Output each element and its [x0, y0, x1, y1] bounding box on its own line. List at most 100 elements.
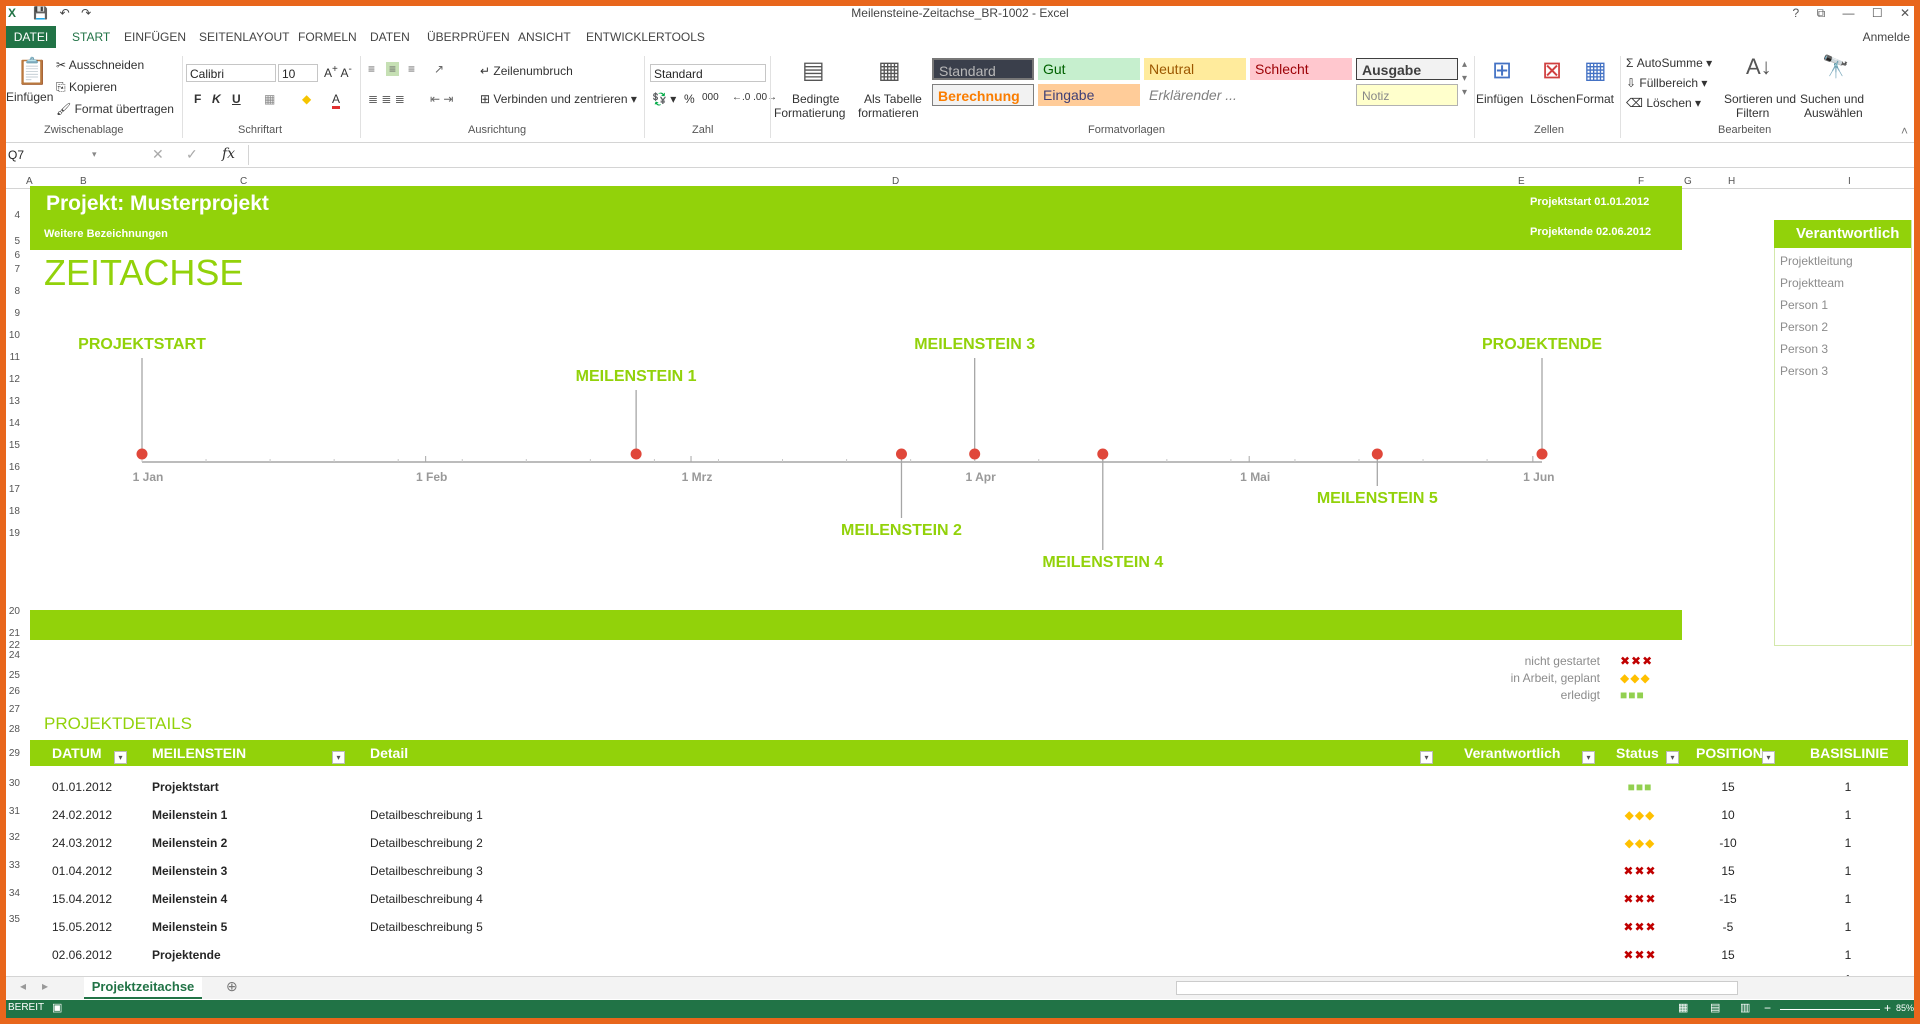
responsible-item[interactable]: Person 1 [1780, 298, 1828, 312]
cell-position[interactable]: 10 [1721, 808, 1734, 822]
cell-date[interactable]: 15.04.2012 [52, 892, 112, 906]
row-header[interactable]: 21 [6, 628, 20, 639]
cell-status[interactable]: ✖✖✖ [1623, 892, 1656, 906]
responsible-item[interactable]: Projektteam [1780, 276, 1844, 290]
row-header[interactable]: 33 [6, 860, 20, 871]
cell-detail[interactable]: Detailbeschreibung 5 [370, 920, 483, 934]
cell-position[interactable]: -10 [1719, 836, 1736, 850]
cell-detail[interactable]: Detailbeschreibung 2 [370, 836, 483, 850]
milestone-marker[interactable] [1536, 448, 1548, 460]
row-header[interactable]: 26 [6, 686, 20, 697]
cell-date[interactable]: 24.03.2012 [52, 836, 112, 850]
milestone-marker[interactable] [630, 448, 642, 460]
cell-date[interactable]: 02.06.2012 [52, 948, 112, 962]
cell-status[interactable]: ◆◆◆ [1625, 808, 1656, 822]
th-position[interactable]: POSITION [1696, 745, 1763, 761]
cell-milestone[interactable]: Meilenstein 2 [152, 836, 227, 850]
sheet-tab-projektzeitachse[interactable]: Projektzeitachse [84, 977, 202, 999]
th-datum[interactable]: DATUM [52, 745, 102, 761]
cell-status[interactable]: ✖✖✖ [1623, 864, 1656, 878]
zoom-in-icon[interactable]: + [1884, 1001, 1891, 1015]
row-header[interactable]: 25 [6, 670, 20, 681]
zoom-slider[interactable] [1780, 1009, 1880, 1010]
row-header[interactable]: 34 [6, 888, 20, 899]
filter-dropdown-icon[interactable]: ▾ [1420, 751, 1433, 764]
row-header[interactable]: 32 [6, 832, 20, 843]
cell-baseline[interactable]: 1 [1845, 808, 1852, 822]
row-header[interactable]: 30 [6, 778, 20, 789]
cell-detail[interactable]: Detailbeschreibung 4 [370, 892, 483, 906]
cell-milestone[interactable]: Projektstart [152, 780, 219, 794]
page-layout-view-icon[interactable]: ▤ [1710, 1001, 1720, 1014]
cell-milestone[interactable]: Meilenstein 5 [152, 920, 227, 934]
row-header[interactable]: 27 [6, 704, 20, 715]
sheet-prev-icon[interactable]: ◂ [20, 979, 26, 993]
cell-milestone[interactable]: Meilenstein 1 [152, 808, 227, 822]
zoom-level[interactable]: 85% [1896, 1003, 1914, 1013]
cell-baseline[interactable]: 1 [1845, 864, 1852, 878]
cell-position[interactable]: 15 [1721, 948, 1734, 962]
cell-milestone[interactable]: Projektende [152, 948, 221, 962]
th-basislinie[interactable]: BASISLINIE [1810, 745, 1889, 761]
cell-baseline[interactable]: 1 [1845, 892, 1852, 906]
filter-dropdown-icon[interactable]: ▾ [1582, 751, 1595, 764]
milestone-marker[interactable] [895, 448, 907, 460]
filter-dropdown-icon[interactable]: ▾ [1762, 751, 1775, 764]
responsible-item[interactable]: Person 2 [1780, 320, 1828, 334]
cell-position[interactable]: 15 [1721, 864, 1734, 878]
th-detail[interactable]: Detail [370, 745, 408, 761]
filter-dropdown-icon[interactable]: ▾ [332, 751, 345, 764]
normal-view-icon[interactable]: ▦ [1678, 1001, 1688, 1014]
row-header[interactable]: 29 [6, 748, 20, 759]
milestone-marker[interactable] [969, 448, 981, 460]
cell-position[interactable]: -15 [1719, 892, 1736, 906]
axis-tick-label: 1 Jan [132, 470, 164, 484]
th-verantwortlich[interactable]: Verantwortlich [1464, 745, 1560, 761]
responsible-item[interactable]: Person 3 [1780, 364, 1828, 378]
cell-status[interactable]: ✖✖✖ [1623, 948, 1656, 962]
cell-baseline[interactable]: 1 [1845, 948, 1852, 962]
cell-detail[interactable]: Detailbeschreibung 3 [370, 864, 483, 878]
row-header[interactable]: 24 [6, 650, 20, 661]
sheet-next-icon[interactable]: ▸ [42, 979, 48, 993]
filter-dropdown-icon[interactable]: ▾ [114, 751, 127, 764]
th-status[interactable]: Status [1616, 745, 1659, 761]
timeline-footer-band [30, 610, 1682, 640]
cell-date[interactable]: 01.01.2012 [52, 780, 112, 794]
cell-position[interactable]: 15 [1721, 780, 1734, 794]
milestone-marker[interactable] [1371, 448, 1383, 460]
cell-milestone[interactable]: Meilenstein 4 [152, 892, 227, 906]
cell-status[interactable]: ✖✖✖ [1623, 920, 1656, 934]
milestone-label: PROJEKTSTART [78, 336, 206, 353]
cell-status[interactable]: ■■■ [1628, 780, 1653, 794]
row-header[interactable]: 35 [6, 914, 20, 925]
macro-record-icon[interactable]: ▣ [52, 1001, 62, 1014]
row-header[interactable]: 31 [6, 806, 20, 817]
row-header[interactable]: 28 [6, 724, 20, 735]
cell-milestone[interactable]: Meilenstein 3 [152, 864, 227, 878]
cell-date[interactable]: 01.04.2012 [52, 864, 112, 878]
horizontal-scrollbar[interactable] [1176, 981, 1738, 995]
milestone-marker[interactable] [136, 448, 148, 460]
milestone-marker[interactable] [1097, 448, 1109, 460]
milestone-label: MEILENSTEIN 4 [1042, 554, 1164, 571]
responsible-item[interactable]: Projektleitung [1780, 254, 1853, 268]
cell-status[interactable]: ◆◆◆ [1625, 836, 1656, 850]
cell-position[interactable]: -5 [1723, 920, 1734, 934]
responsible-header: Verantwortlich [1774, 220, 1911, 248]
filter-dropdown-icon[interactable]: ▾ [1666, 751, 1679, 764]
zoom-out-icon[interactable]: − [1764, 1001, 1771, 1015]
page-break-view-icon[interactable]: ▥ [1740, 1001, 1750, 1014]
cell-detail[interactable]: Detailbeschreibung 1 [370, 808, 483, 822]
milestone-label: MEILENSTEIN 5 [1316, 490, 1438, 507]
cell-baseline[interactable]: 1 [1845, 780, 1852, 794]
status-mode: BEREIT [8, 1002, 45, 1013]
add-sheet-icon[interactable]: ⊕ [226, 978, 238, 995]
cell-baseline[interactable]: 1 [1845, 920, 1852, 934]
cell-date[interactable]: 24.02.2012 [52, 808, 112, 822]
th-meilenstein[interactable]: MEILENSTEIN [152, 745, 246, 761]
cell-baseline[interactable]: 1 [1845, 836, 1852, 850]
sheet-tab-bar: ◂ ▸ Projektzeitachse ⊕ [6, 976, 1914, 999]
cell-date[interactable]: 15.05.2012 [52, 920, 112, 934]
responsible-item[interactable]: Person 3 [1780, 342, 1828, 356]
